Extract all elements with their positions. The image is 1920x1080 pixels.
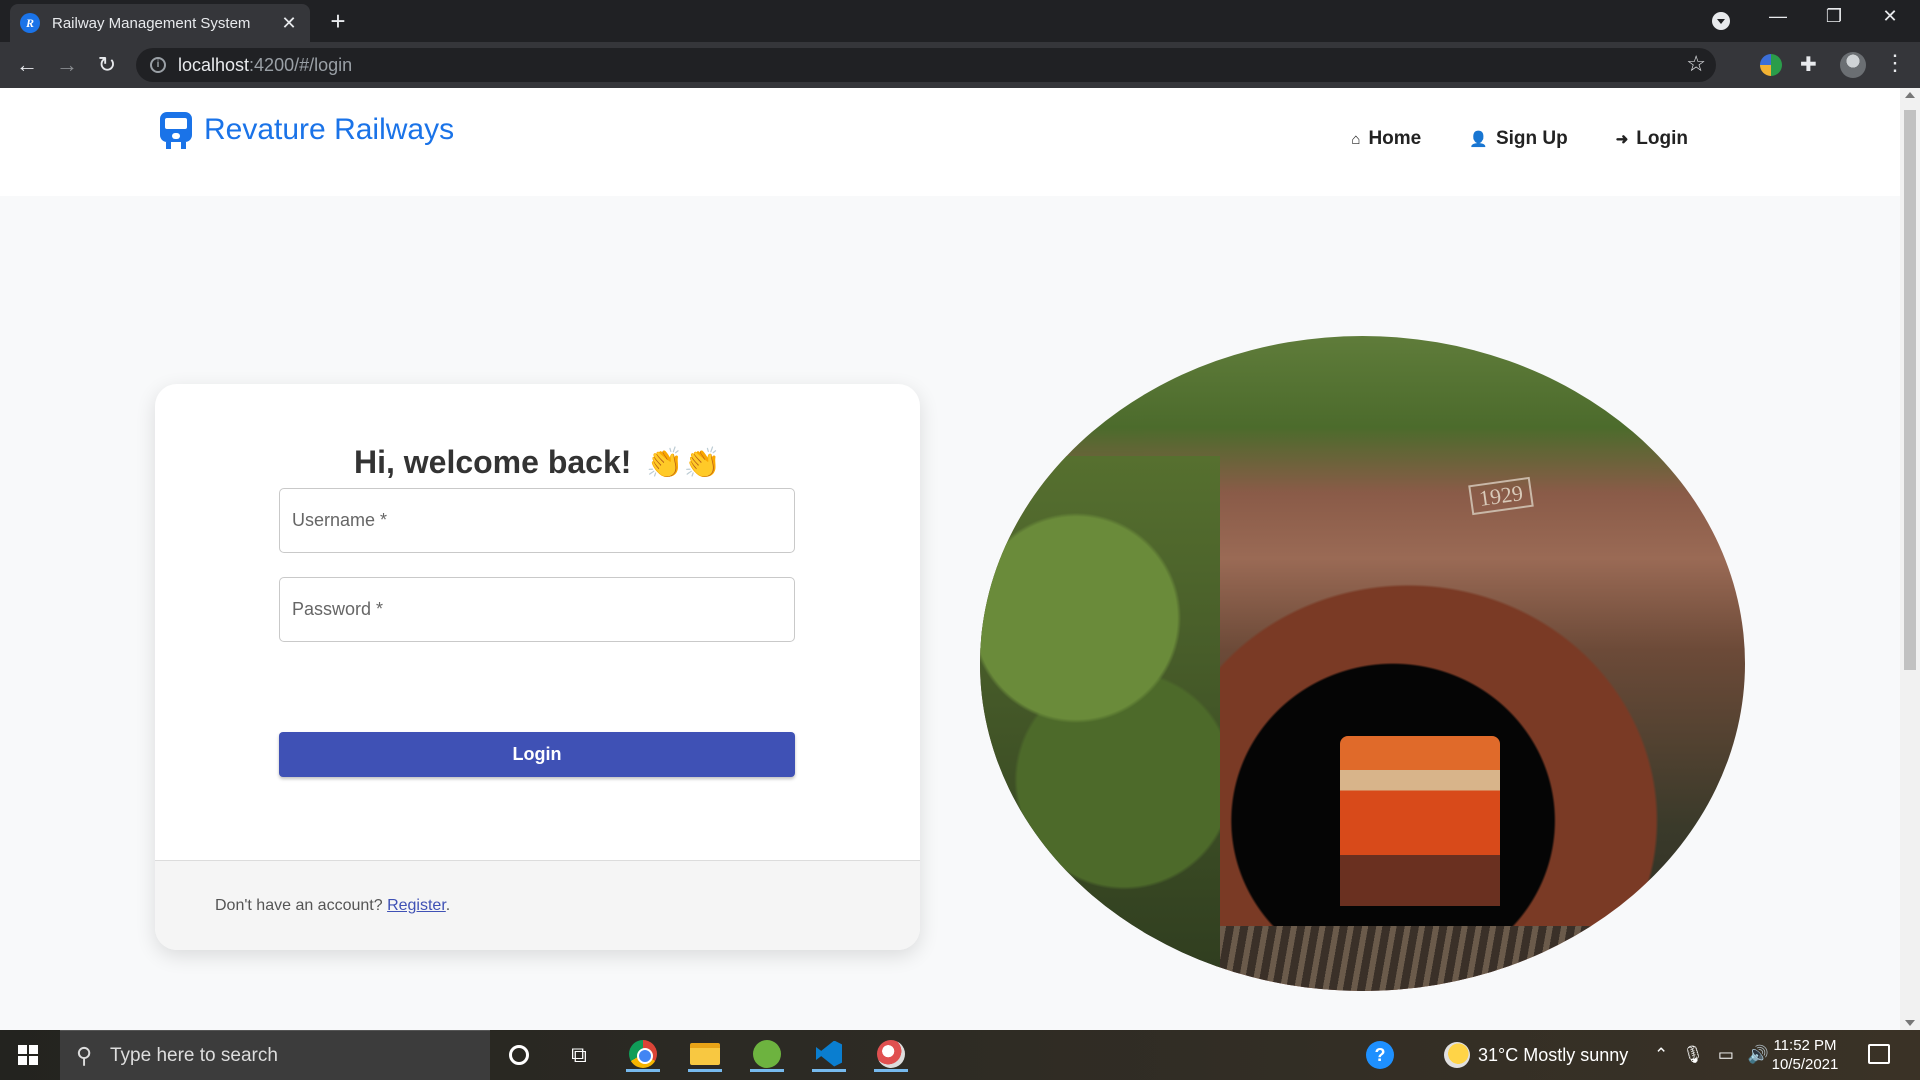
- reload-icon[interactable]: ↻: [92, 50, 122, 80]
- vscode-icon[interactable]: [812, 1038, 846, 1072]
- new-tab-button[interactable]: +: [322, 7, 354, 35]
- train-tunnel-photo: 1929: [980, 336, 1745, 991]
- battery-icon[interactable]: ▭: [1718, 1045, 1734, 1065]
- chrome-taskbar-icon[interactable]: [626, 1038, 660, 1072]
- minimize-button[interactable]: —: [1758, 6, 1798, 27]
- locomotive: [1340, 736, 1500, 906]
- clapping-hands-emoji: 👏👏: [646, 447, 722, 480]
- notification-center-icon[interactable]: [1868, 1044, 1890, 1064]
- weather-widget[interactable]: 31°C Mostly sunny: [1444, 1030, 1628, 1080]
- search-icon: ⚲: [76, 1043, 93, 1068]
- taskbar-clock[interactable]: 11:52 PM 10/5/2021: [1760, 1036, 1850, 1074]
- taskbar-search[interactable]: ⚲ Type here to search: [60, 1030, 490, 1080]
- restore-button[interactable]: ❐: [1814, 6, 1854, 27]
- forward-icon[interactable]: →: [52, 50, 82, 80]
- nav-links: ⌂ Home 👤 Sign Up ➜ Login: [1351, 128, 1688, 150]
- login-submit-button[interactable]: Login: [279, 732, 795, 777]
- tab-favicon-icon: R: [20, 13, 40, 33]
- tab-title: Railway Management System: [52, 14, 251, 32]
- clock-time: 11:52 PM: [1773, 1037, 1837, 1054]
- nav-signup-link[interactable]: 👤 Sign Up: [1469, 128, 1567, 150]
- clock-date: 10/5/2021: [1771, 1056, 1839, 1073]
- url-text: localhost:4200/#/login: [178, 55, 353, 75]
- site-navbar: Revature Railways ⌂ Home 👤 Sign Up ➜ Log…: [0, 88, 1900, 196]
- username-input[interactable]: [280, 489, 794, 552]
- page-scrollbar[interactable]: [1900, 88, 1920, 1030]
- login-card-footer: Don't have an account? Register.: [155, 860, 920, 950]
- web-page: Revature Railways ⌂ Home 👤 Sign Up ➜ Log…: [0, 88, 1900, 1030]
- nav-home-link[interactable]: ⌂ Home: [1351, 128, 1421, 150]
- sign-in-icon: ➜: [1615, 131, 1629, 148]
- extension-icon[interactable]: [1760, 54, 1782, 76]
- nav-signup-label: Sign Up: [1495, 128, 1568, 149]
- login-card: Hi, welcome back! 👏👏 Login Don't have an…: [155, 384, 920, 950]
- close-window-button[interactable]: ✕: [1870, 6, 1910, 27]
- task-view-icon[interactable]: ⧉: [562, 1038, 596, 1072]
- brand-name: Revature Railways: [204, 113, 455, 146]
- site-brand[interactable]: Revature Railways: [158, 110, 454, 150]
- weather-text: 31°C Mostly sunny: [1478, 1044, 1629, 1065]
- nav-login-link[interactable]: ➜ Login: [1616, 128, 1688, 150]
- system-tray: ⌃ 🎙 ▭ 🔊: [1654, 1030, 1769, 1080]
- file-explorer-icon[interactable]: [688, 1038, 722, 1072]
- browser-toolbar: ← → ↻ i localhost:4200/#/login ☆ ✚ ⋮: [0, 42, 1920, 88]
- windows-taskbar: ⚲ Type here to search ⧉ ? 31°C Mostly su…: [0, 1030, 1920, 1080]
- extensions-puzzle-icon[interactable]: ✚: [1800, 52, 1822, 76]
- register-prompt: Don't have an account? Register.: [215, 897, 451, 914]
- cortana-icon[interactable]: [502, 1038, 536, 1072]
- spring-tool-suite-icon[interactable]: [750, 1038, 784, 1072]
- help-tray-icon[interactable]: ?: [1366, 1030, 1394, 1080]
- browser-menu-icon[interactable]: ⋮: [1884, 50, 1906, 76]
- scroll-up-icon[interactable]: [1905, 92, 1915, 98]
- nav-login-label: Login: [1636, 128, 1688, 149]
- register-link[interactable]: Register: [387, 897, 446, 914]
- user-plus-icon: 👤: [1469, 131, 1488, 148]
- login-heading: Hi, welcome back! 👏👏: [353, 444, 722, 480]
- microphone-icon[interactable]: 🎙: [1682, 1045, 1704, 1065]
- tunnel-year-plate: 1929: [1468, 476, 1534, 516]
- browser-tab-bar: R Railway Management System ✕ + — ❐ ✕: [0, 0, 1920, 42]
- paint-app-icon[interactable]: [874, 1038, 908, 1072]
- train-icon: [158, 110, 194, 150]
- scroll-down-icon[interactable]: [1905, 1020, 1915, 1026]
- browser-tab[interactable]: R Railway Management System ✕: [10, 4, 310, 42]
- site-info-icon[interactable]: i: [150, 57, 166, 73]
- password-input[interactable]: [280, 578, 794, 641]
- bookmark-star-icon[interactable]: ☆: [1686, 51, 1706, 77]
- taskbar-search-placeholder: Type here to search: [110, 1045, 278, 1066]
- home-icon: ⌂: [1351, 130, 1361, 148]
- tray-chevron-icon[interactable]: ⌃: [1654, 1045, 1668, 1065]
- address-bar[interactable]: i localhost:4200/#/login ☆: [136, 48, 1716, 82]
- tab-search-icon[interactable]: [1712, 12, 1730, 30]
- tab-close-icon[interactable]: ✕: [278, 13, 300, 34]
- weather-sun-icon: [1444, 1042, 1470, 1068]
- profile-avatar[interactable]: [1840, 52, 1866, 78]
- back-icon[interactable]: ←: [12, 50, 42, 80]
- username-field[interactable]: [279, 488, 795, 553]
- scroll-thumb[interactable]: [1904, 110, 1916, 670]
- password-field[interactable]: [279, 577, 795, 642]
- nav-home-label: Home: [1368, 128, 1422, 149]
- windows-start-icon[interactable]: [18, 1045, 38, 1065]
